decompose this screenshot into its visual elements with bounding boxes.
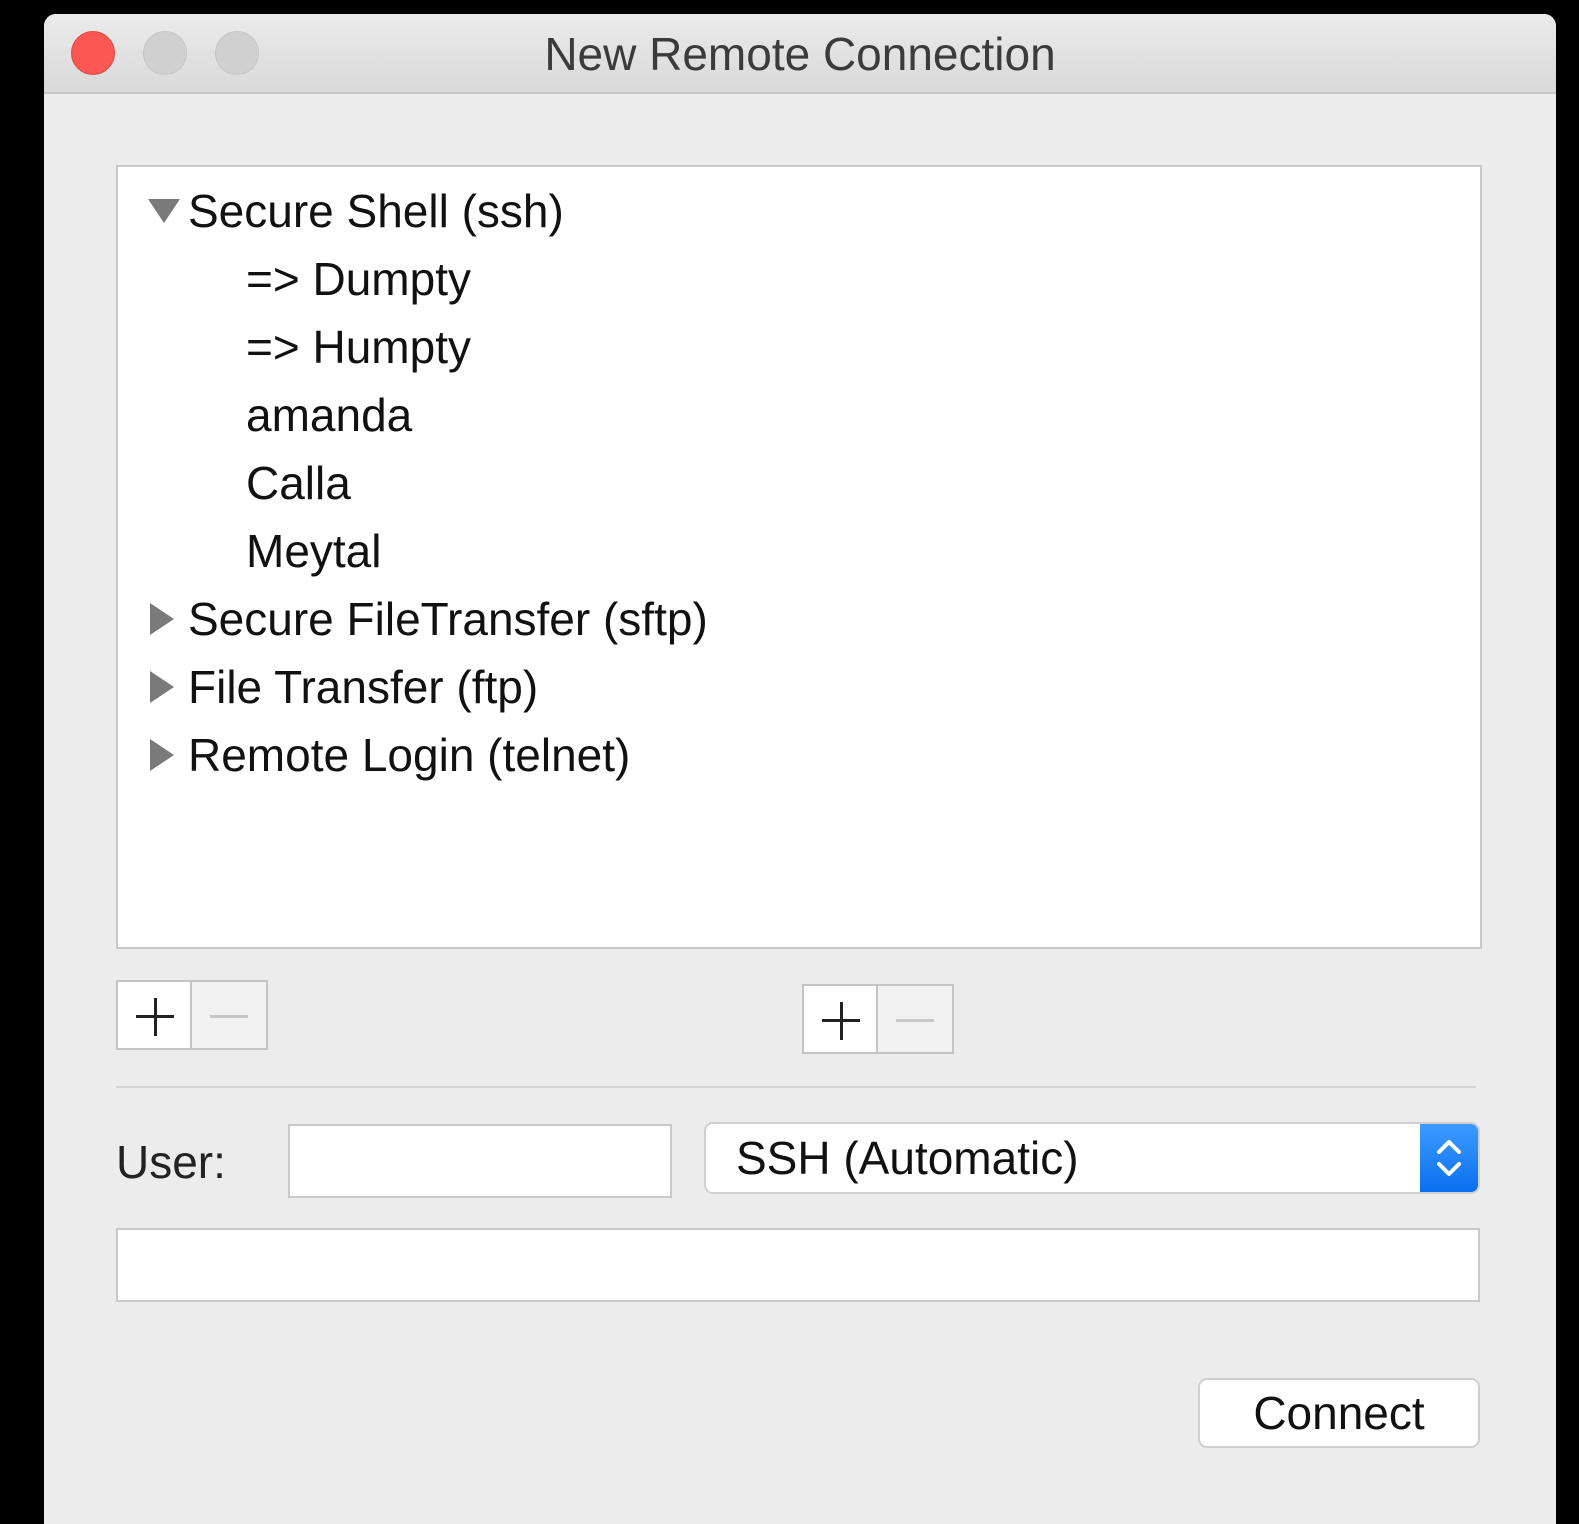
popup-chevron-icon[interactable] [1420, 1124, 1478, 1192]
group-label: Secure FileTransfer (sftp) [188, 593, 708, 645]
minus-icon [210, 1015, 248, 1018]
divider [116, 1086, 1476, 1088]
group-label: Secure Shell (ssh) [188, 185, 564, 237]
list-item-label: Meytal [246, 525, 382, 577]
user-input[interactable] [288, 1124, 672, 1198]
connect-button[interactable]: Connect [1198, 1378, 1480, 1448]
window-title: New Remote Connection [544, 28, 1056, 80]
list-item-label: => Humpty [246, 321, 471, 373]
user-label: User: [116, 1136, 226, 1188]
list-item-label: Calla [246, 457, 351, 509]
disclosure-closed-icon[interactable] [150, 671, 174, 703]
add-service-button[interactable] [116, 980, 192, 1050]
protocol-popup[interactable]: SSH (Automatic) [704, 1122, 1480, 1194]
server-add-remove-control [802, 984, 954, 1054]
group-label: Remote Login (telnet) [188, 729, 631, 781]
service-add-remove-control [116, 980, 268, 1050]
list-item-label: => Dumpty [246, 253, 471, 305]
protocol-selected-value: SSH (Automatic) [736, 1132, 1079, 1184]
group-label: File Transfer (ftp) [188, 661, 539, 713]
disclosure-closed-icon[interactable] [150, 739, 174, 771]
host-command-field[interactable] [116, 1228, 1480, 1302]
new-remote-connection-window: New Remote Connection Secure Shell (ssh)… [44, 14, 1556, 1524]
disclosure-closed-icon[interactable] [150, 603, 174, 635]
title-bar[interactable]: New Remote Connection [44, 14, 1556, 94]
remove-service-button[interactable] [192, 980, 268, 1050]
list-item-label: amanda [246, 389, 413, 441]
service-outline-list[interactable]: Secure Shell (ssh) => Dumpty => Humpty a… [116, 165, 1482, 949]
remove-server-button[interactable] [878, 984, 954, 1054]
disclosure-open-icon[interactable] [148, 199, 180, 223]
minus-icon [896, 1019, 934, 1022]
add-server-button[interactable] [802, 984, 878, 1054]
